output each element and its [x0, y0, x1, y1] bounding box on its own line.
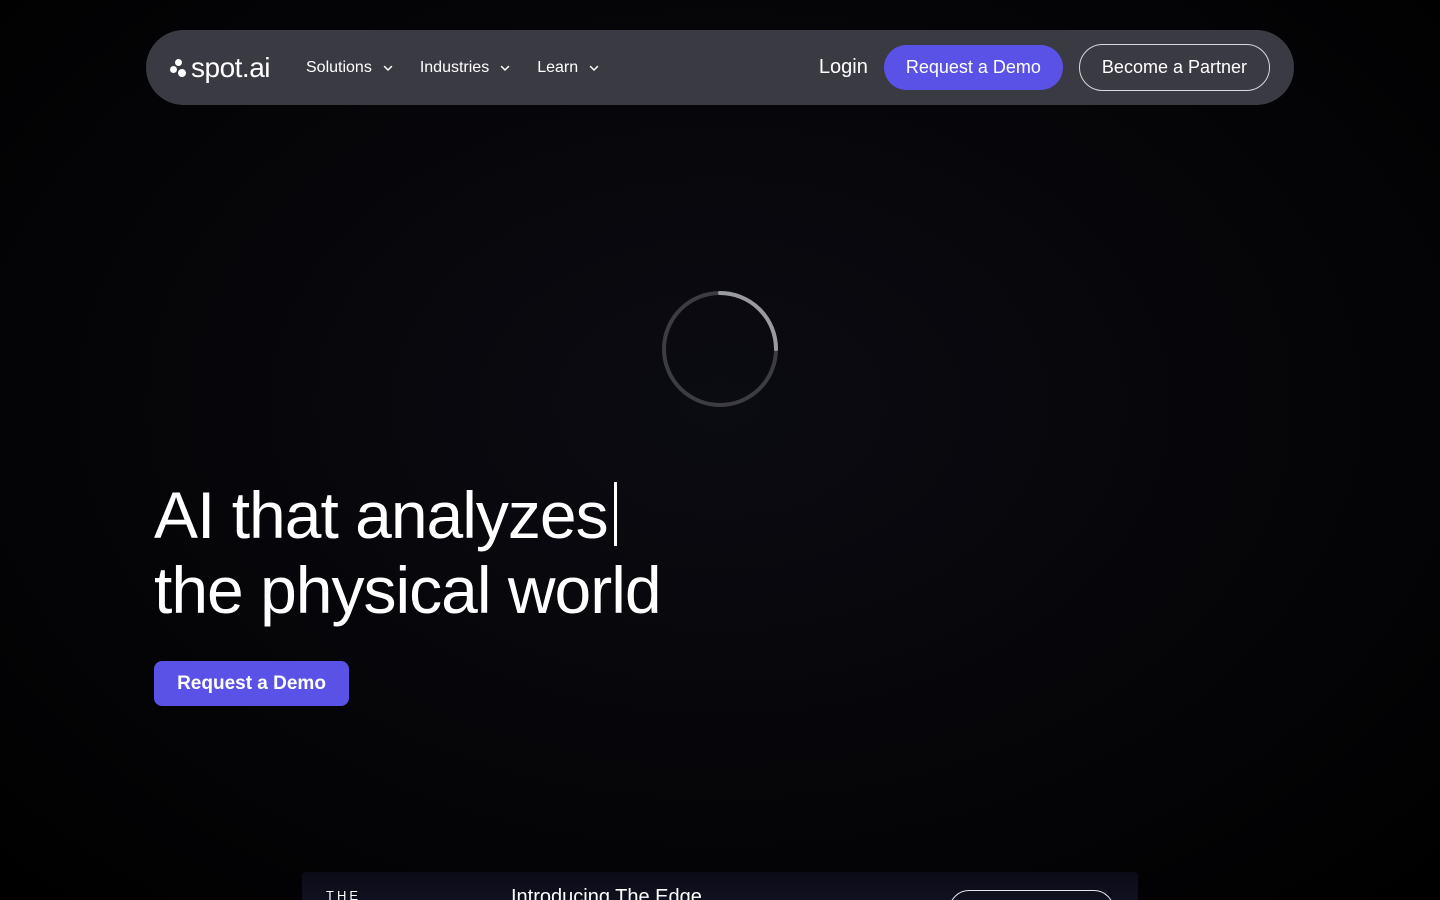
hero-request-demo-button[interactable]: Request a Demo — [154, 661, 349, 706]
text-cursor — [613, 482, 617, 546]
hero-title: AI that analyzes the physical world — [154, 478, 662, 628]
chevron-down-icon — [383, 65, 393, 71]
announcement-banner: THE Introducing The Edge — [302, 872, 1138, 900]
hero-title-line-1: AI that analyzes — [154, 478, 661, 553]
banner-button[interactable] — [949, 890, 1114, 900]
logo-dots-icon — [170, 57, 188, 79]
nav-item-learn[interactable]: Learn — [537, 59, 600, 77]
nav-item-label: Industries — [419, 58, 490, 76]
top-navbar: spot.ai Solutions Industries Learn Login… — [146, 30, 1294, 105]
logo[interactable]: spot.ai — [170, 51, 271, 84]
nav-item-label: Solutions — [306, 58, 372, 76]
loading-spinner-icon — [662, 291, 778, 407]
chevron-down-icon — [589, 65, 599, 71]
nav-item-label: Learn — [537, 58, 579, 76]
become-partner-button[interactable]: Become a Partner — [1078, 44, 1270, 91]
logo-text: spot.ai — [191, 51, 271, 83]
page: spot.ai Solutions Industries Learn Login… — [0, 0, 1440, 900]
nav-item-solutions[interactable]: Solutions — [306, 59, 394, 77]
hero-title-line-2: the physical world — [154, 553, 662, 627]
login-link[interactable]: Login — [819, 56, 868, 79]
banner-badge: THE — [326, 888, 361, 900]
nav-item-industries[interactable]: Industries — [420, 59, 511, 77]
nav-actions: Login Request a Demo Become a Partner — [819, 44, 1270, 91]
nav-menu: Solutions Industries Learn — [306, 59, 600, 77]
request-demo-button[interactable]: Request a Demo — [883, 45, 1063, 90]
banner-title: Introducing The Edge — [511, 886, 702, 900]
chevron-down-icon — [500, 65, 510, 71]
